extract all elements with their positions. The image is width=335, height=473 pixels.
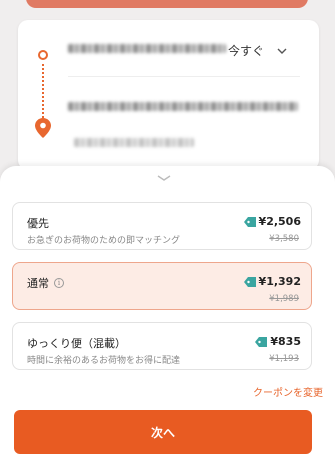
tag-icon (243, 216, 256, 227)
option-title: ゆっくり便（混載） (27, 335, 126, 351)
price-row: ¥1,392 (243, 275, 301, 288)
change-coupon-link[interactable]: クーポンを変更 (253, 384, 323, 399)
next-button[interactable]: 次へ (14, 410, 312, 454)
option-original-price: ¥1,989 (269, 294, 299, 304)
chevron-down-icon (277, 48, 287, 54)
option-title: 通常 i (27, 275, 64, 291)
price-row: ¥2,506 (243, 215, 301, 228)
sheet-collapse-chevron-icon[interactable] (156, 174, 172, 182)
top-action-bar[interactable] (26, 0, 308, 8)
pickup-time-select[interactable]: 今すぐ (228, 42, 288, 59)
destination-address-redacted[interactable] (68, 102, 298, 111)
option-title-text: 優先 (27, 217, 49, 230)
pickup-address-redacted[interactable] (68, 44, 226, 53)
route-line (42, 64, 44, 122)
option-title: 優先 (27, 215, 49, 231)
option-title-text: ゆっくり便（混載） (27, 337, 126, 350)
delivery-option-slow[interactable]: ゆっくり便（混載） 時間に余裕のあるお荷物をお得に配達 ¥835 ¥1,193 (12, 322, 312, 370)
option-title-text: 通常 (27, 277, 49, 290)
info-icon[interactable]: i (54, 278, 64, 288)
tag-icon (243, 276, 256, 287)
option-price: ¥1,392 (258, 275, 301, 288)
option-subtitle: お急ぎのお荷物のための即マッチング (27, 236, 181, 246)
option-original-price: ¥1,193 (269, 354, 299, 364)
option-price: ¥835 (270, 335, 301, 348)
map-pin-icon (35, 118, 51, 138)
price-row: ¥835 (255, 335, 301, 348)
tag-icon (255, 336, 268, 347)
route-card: 今すぐ (18, 20, 319, 170)
delivery-option-priority[interactable]: 優先 お急ぎのお荷物のための即マッチング ¥2,506 ¥3,580 (12, 202, 312, 250)
option-original-price: ¥3,580 (269, 234, 299, 244)
pickup-dot-icon (38, 50, 48, 60)
option-price: ¥2,506 (258, 215, 301, 228)
option-subtitle: 時間に余裕のあるお荷物をお得に配達 (27, 356, 181, 366)
delivery-option-sheet: 優先 お急ぎのお荷物のための即マッチング ¥2,506 ¥3,580 通常 i … (0, 166, 335, 473)
time-select-label: 今すぐ (228, 44, 265, 58)
delivery-option-standard[interactable]: 通常 i ¥1,392 ¥1,989 (12, 262, 312, 310)
divider (68, 76, 300, 77)
destination-detail-redacted (74, 138, 194, 147)
